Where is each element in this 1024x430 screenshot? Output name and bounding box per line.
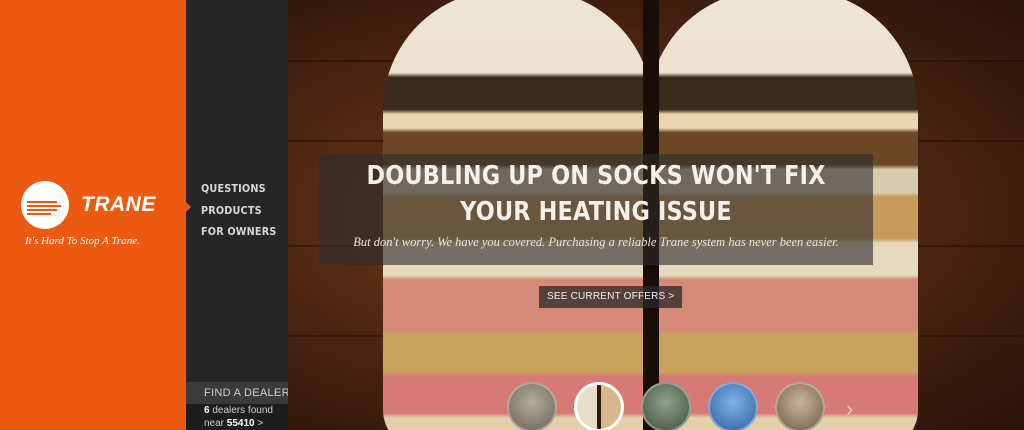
brand-column: TRANE It's Hard To Stop A Trane.	[0, 0, 186, 430]
carousel-next-icon[interactable]: ›	[846, 398, 853, 420]
carousel-thumb-4[interactable]	[708, 382, 758, 430]
brand-tagline: It's Hard To Stop A Trane.	[25, 235, 140, 247]
carousel-thumb-2[interactable]	[574, 382, 624, 430]
dealer-zip[interactable]: 55410	[227, 418, 255, 429]
nav-item-questions[interactable]: QUESTIONS	[201, 178, 276, 200]
hero-subtext: But don't worry. We have you covered. Pu…	[353, 235, 839, 249]
see-current-offers-button[interactable]: SEE CURRENT OFFERS >	[539, 286, 683, 308]
dealer-count: 6	[204, 405, 210, 416]
chevron-right-icon[interactable]: >	[257, 418, 263, 429]
dealer-location-line[interactable]: near 55410 >	[186, 417, 288, 430]
hero-caption: DOUBLING UP ON SOCKS WON'T FIX YOUR HEAT…	[319, 154, 873, 265]
carousel-thumb-5[interactable]	[775, 382, 825, 430]
trane-circle-icon	[21, 181, 69, 229]
trane-logo[interactable]: TRANE	[21, 181, 156, 229]
dealer-count-line: 6 dealers found	[186, 404, 288, 417]
dealer-near-label: near	[204, 418, 225, 429]
nav-item-for-owners[interactable]: FOR OWNERS	[201, 221, 276, 243]
carousel-thumbnails	[507, 382, 842, 430]
carousel-thumb-3[interactable]	[641, 382, 691, 430]
find-dealer-panel[interactable]: FIND A DEALER 6 dealers found near 55410…	[186, 382, 290, 430]
hero-banner: DOUBLING UP ON SOCKS WON'T FIX YOUR HEAT…	[288, 0, 1024, 430]
dealer-count-suffix: dealers found	[212, 405, 273, 416]
hero-headline-line2: YOUR HEATING ISSUE	[460, 197, 732, 227]
main-nav: QUESTIONS PRODUCTS FOR OWNERS FIND A DEA…	[186, 0, 290, 430]
brand-name: TRANE	[81, 193, 156, 216]
find-dealer-heading[interactable]: FIND A DEALER	[186, 382, 290, 404]
carousel-thumb-1[interactable]	[507, 382, 557, 430]
hero-headline: DOUBLING UP ON SOCKS WON'T FIX YOUR HEAT…	[319, 154, 873, 230]
hero-headline-line1: DOUBLING UP ON SOCKS WON'T FIX	[366, 161, 826, 191]
nav-item-products[interactable]: PRODUCTS	[201, 200, 276, 222]
triangle-right-icon	[186, 202, 191, 212]
